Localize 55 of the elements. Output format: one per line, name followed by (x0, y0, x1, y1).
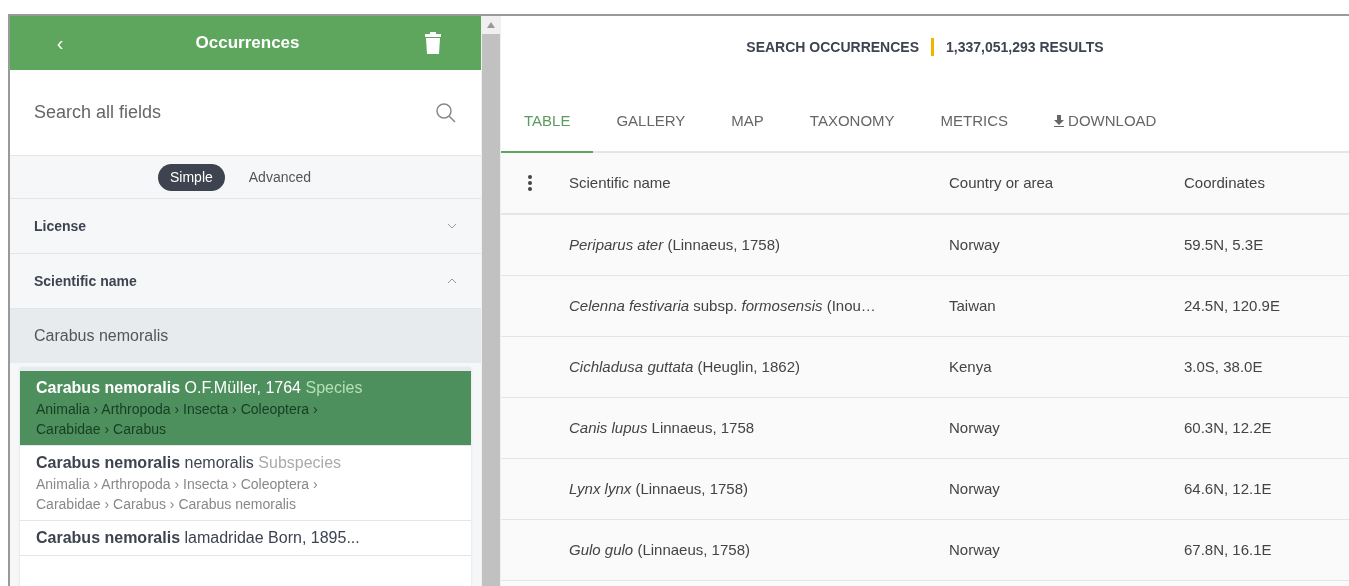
table-cell-text: Kenya (949, 356, 993, 377)
table-cell-text: Celenna festivaria subsp. formosensis (Inou… (569, 295, 877, 316)
table-cell-text: 24.5N, 120.9E (1184, 295, 1281, 316)
page-heading: SEARCH OCCURRENCES (746, 37, 919, 57)
table-cell-text: Cichladusa guttata (Heuglin, 1862) (569, 356, 801, 377)
table-cell-text: 59.5N, 5.3E (1184, 234, 1265, 255)
taxonomy-path: Animalia › Arthropoda › Insecta › Coleoptera › Carabidae › Carabus › Carabus nemoralis (36, 475, 319, 514)
table-cell-text: Norway (949, 478, 1001, 499)
search-field[interactable]: Search all fields (10, 70, 482, 156)
table-cell-text: 64.6N, 12.1E (1184, 478, 1273, 499)
table-cell-text: Gulo gulo (Linnaeus, 1758) (569, 539, 751, 560)
name-input[interactable]: Carabus nemoralis (34, 324, 458, 348)
tab[interactable]: GALLERY (593, 91, 709, 153)
table-cell-text: Lynx lynx (Linnaeus, 1758) (569, 478, 749, 499)
table-cell-text: 3.0S, 38.0E (1184, 356, 1264, 377)
suggestion-item[interactable]: Carabus nemoralis lamadridae Born, 1895... (20, 521, 472, 556)
filter-label: License (34, 216, 87, 236)
download-icon (1054, 115, 1065, 127)
taxonomy-path: Animalia › Arthropoda › Insecta › Coleoptera › Carabidae › Carabus (36, 400, 319, 439)
mode-toggle[interactable]: Simple (158, 163, 225, 191)
column-header[interactable]: Country or area (949, 171, 1184, 195)
table-cell-text: Norway (949, 234, 1001, 255)
column-header[interactable]: Scientific name (569, 171, 949, 195)
table-cell-text: 60.3N, 12.2E (1184, 417, 1273, 438)
tab[interactable]: TAXONOMY (786, 91, 918, 153)
rank-label: Species (305, 379, 363, 396)
rank-label: Subspecies (258, 454, 342, 471)
trash-icon[interactable] (425, 32, 442, 54)
name-field[interactable]: Carabus nemoralis (10, 309, 482, 363)
tab[interactable]: DOWNLOAD (1031, 91, 1180, 153)
search-icon[interactable] (435, 101, 458, 124)
filter-label: Scientific name (34, 271, 137, 291)
table-cell-text: Taiwan (949, 295, 997, 316)
tab[interactable]: METRICS (917, 91, 1032, 153)
mode-toggle[interactable]: Advanced (236, 163, 324, 191)
divider-mark (931, 38, 934, 56)
scroll-up-icon[interactable] (487, 22, 495, 28)
column-header[interactable]: Coordinates (1184, 171, 1324, 195)
sidebar-title: Occurrences (195, 32, 300, 55)
search-input[interactable]: Search all fields (34, 99, 436, 126)
chevron-down-icon[interactable] (447, 223, 458, 229)
table-cell-text: 67.8N, 16.1E (1184, 539, 1273, 560)
table-cell-text: Periparus ater (Linnaeus, 1758) (569, 234, 781, 255)
suggestion-title: Carabus nemoralis lamadridae Born, 1895... (36, 529, 360, 546)
tab[interactable]: MAP (708, 91, 787, 153)
suggestion-title: Carabus nemoralis O.F.Müller, 1764 (36, 379, 301, 396)
more-options-icon[interactable] (528, 175, 532, 191)
suggestion-item[interactable]: Carabus nemoralis O.F.Müller, 1764 Species Animalia › Arthropoda › Insecta › Coleoptera › Carabidae › Carabus (20, 371, 472, 446)
suggestion-title: Carabus nemoralis nemoralis (36, 454, 254, 471)
chevron-up-icon[interactable] (447, 278, 458, 284)
table-cell-text: Canis lupus Linnaeus, 1758 (569, 417, 756, 438)
suggestion-item[interactable]: Carabus nemoralis nemoralis Subspecies Animalia › Arthropoda › Insecta › Coleoptera › Carabidae › Carabus › Carabus nemoralis (20, 446, 472, 521)
table-cell-text: Norway (949, 539, 1001, 560)
table-cell-text: Norway (949, 417, 1001, 438)
result-count: 1,337,051,293 RESULTS (946, 37, 1104, 57)
